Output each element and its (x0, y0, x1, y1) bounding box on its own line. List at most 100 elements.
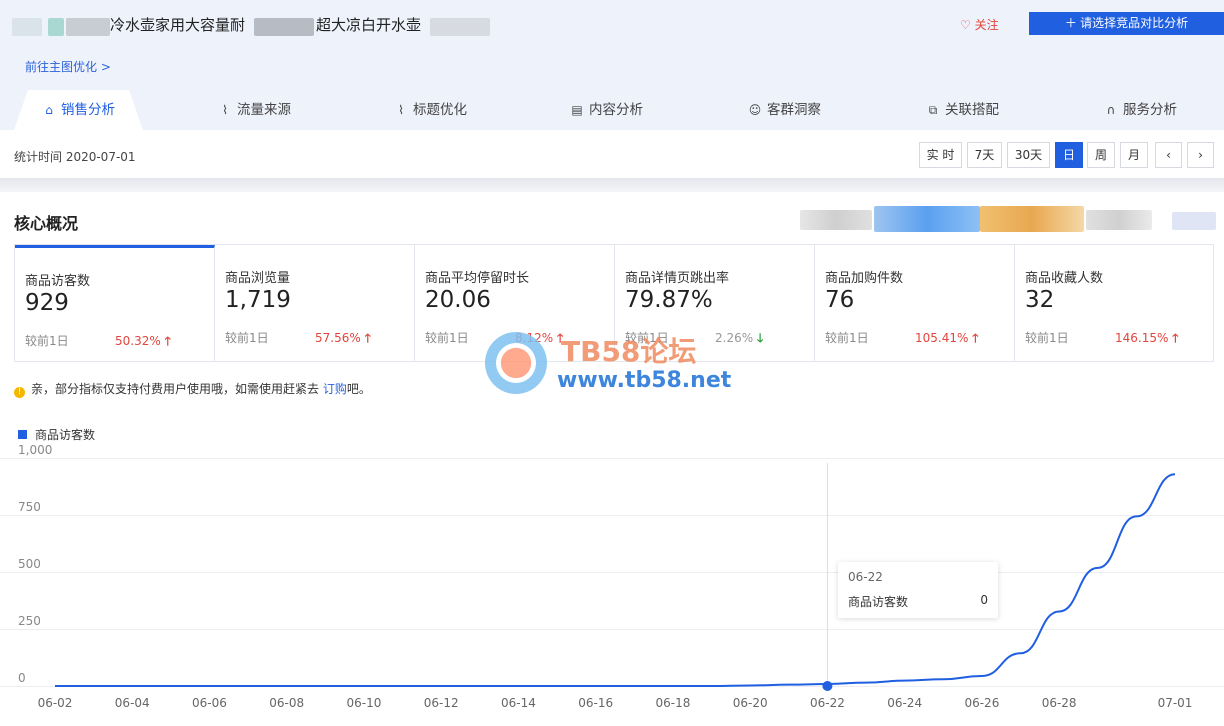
users-icon: ☺ (748, 103, 762, 117)
product-title: 冷水壶家用大容量耐 (110, 16, 246, 34)
chart-tooltip: 06-22 商品访客数 0 (838, 562, 998, 618)
paid-feature-notice: ! 亲，部分指标仅支持付费用户使用哦，如需使用赶紧去 订购吧。 (14, 380, 371, 398)
period-day-button[interactable]: 日 (1055, 142, 1083, 168)
y-tick-label: 1,000 (18, 445, 52, 457)
goto-main-image-link[interactable]: 前往主图优化 > (25, 58, 111, 75)
tab-label: 内容分析 (589, 102, 643, 118)
metric-card-visitors[interactable]: 商品访客数 929 较前1日 50.32% 🡑 (15, 245, 215, 361)
x-tick-label: 06-02 (38, 696, 73, 710)
tab-content-analysis[interactable]: ▤ 内容分析 (570, 90, 643, 130)
metric-compare-label: 较前1日 (25, 334, 69, 348)
metric-card-favorites[interactable]: 商品收藏人数 32 较前1日 146.15% 🡑 (1015, 245, 1213, 361)
metric-compare-label: 较前1日 (425, 331, 469, 345)
chevron-right-icon: › (1198, 148, 1203, 162)
blurred-text (800, 210, 872, 230)
tab-traffic-source[interactable]: ⌇ 流量来源 (218, 90, 291, 130)
metric-card-add-cart[interactable]: 商品加购件数 76 较前1日 105.41% 🡑 (815, 245, 1015, 361)
period-30day-button[interactable]: 30天 (1007, 142, 1050, 168)
period-realtime-button[interactable]: 实 时 (919, 142, 962, 168)
y-tick-label: 250 (18, 614, 41, 628)
x-tick-label: 06-14 (501, 696, 536, 710)
metric-value: 20.06 (425, 287, 491, 313)
metric-label: 商品访客数 (25, 274, 91, 289)
metric-change: 105.41% 🡑 (915, 329, 978, 350)
heart-icon: ♡ (960, 18, 971, 32)
arrow-down-icon: 🡓 (756, 331, 764, 345)
x-tick-label: 06-24 (887, 696, 922, 710)
tab-label: 关联搭配 (945, 102, 999, 118)
metric-change-value: 146.15% (1115, 331, 1169, 345)
data-point-highlight (822, 681, 833, 691)
metric-change-value: 50.32% (115, 334, 161, 348)
tab-label: 流量来源 (237, 102, 291, 118)
metric-value: 929 (25, 290, 69, 316)
line-chart-icon: ⌇ (222, 103, 228, 117)
next-date-button[interactable]: › (1187, 142, 1214, 168)
prev-date-button[interactable]: ‹ (1155, 142, 1182, 168)
visitor-line-chart[interactable]: 1,000 750 500 250 0 06-02 06-04 06-06 06-08 06-10… (0, 445, 1224, 726)
tab-bar: ⌂ 销售分析 ⌇ 流量来源 ⌇ 标题优化 ▤ 内容分析 ☺ 客群洞察 ⧉ 关联搭配 ∩ 服务分… (0, 90, 1224, 130)
tab-label: 服务分析 (1123, 102, 1177, 118)
arrow-up-icon: 🡑 (1172, 331, 1179, 345)
watermark-title: TB58论坛 (561, 335, 697, 368)
x-tick-label: 06-06 (192, 696, 227, 710)
document-icon: ▤ (571, 103, 583, 117)
metric-card-pageviews[interactable]: 商品浏览量 1,719 较前1日 57.56% 🡑 (215, 245, 415, 361)
period-week-button[interactable]: 周 (1087, 142, 1115, 168)
metric-change-value: 105.41% (915, 331, 969, 345)
blurred-thumbnail (48, 18, 64, 36)
x-tick-label: 06-18 (655, 696, 690, 710)
blurred-text (66, 18, 110, 36)
x-tick-label: 06-16 (578, 696, 613, 710)
watermark-url: www.tb58.net (557, 368, 732, 393)
chevron-left-icon: ‹ (1166, 148, 1171, 162)
line-chart-icon: ⌇ (398, 103, 404, 117)
tooltip-date: 06-22 (848, 570, 883, 584)
tab-related-matching[interactable]: ⧉ 关联搭配 (926, 90, 999, 130)
metric-change-value: 57.56% (315, 331, 361, 345)
hand-logo-icon (485, 332, 547, 394)
x-tick-label: 07-01 (1158, 696, 1193, 710)
legend-label: 商品访客数 (35, 428, 96, 442)
blurred-thumbnail (12, 18, 42, 36)
tab-title-optimize[interactable]: ⌇ 标题优化 (394, 90, 467, 130)
chart-legend[interactable]: 商品访客数 (18, 426, 95, 443)
stat-time: 统计时间 2020-07-01 (14, 150, 136, 164)
x-tick-label: 06-26 (964, 696, 999, 710)
metric-label: 商品收藏人数 (1025, 271, 1104, 286)
metric-label: 商品平均停留时长 (425, 271, 530, 286)
tab-sales-analysis[interactable]: ⌂ 销售分析 (14, 90, 143, 130)
product-title-suffix: 超大凉白开水壶 (316, 16, 422, 34)
core-overview-title: 核心概况 (14, 214, 79, 233)
period-7day-button[interactable]: 7天 (967, 142, 1002, 168)
compare-label: 请选择竞品对比分析 (1080, 16, 1189, 30)
metric-change: 57.56% 🡑 (315, 329, 371, 350)
bag-icon: ⌂ (45, 103, 53, 117)
y-tick-label: 0 (18, 671, 26, 685)
compare-competitor-button[interactable]: ＋ 请选择竞品对比分析 (1029, 12, 1224, 35)
tooltip-label: 商品访客数 (848, 595, 909, 609)
tab-audience-insight[interactable]: ☺ 客群洞察 (748, 90, 821, 130)
plus-icon: ＋ (1064, 16, 1077, 30)
metric-value: 76 (825, 287, 855, 313)
x-tick-label: 06-10 (347, 696, 382, 710)
watermark: TB58论坛 www.tb58.net (485, 328, 755, 398)
subscribe-link[interactable]: 订购 (323, 382, 347, 396)
tab-label: 标题优化 (413, 102, 467, 118)
x-tick-label: 06-04 (115, 696, 150, 710)
metric-value: 1,719 (225, 287, 291, 313)
follow-button[interactable]: ♡ 关注 (960, 16, 999, 33)
blurred-text (1086, 210, 1152, 230)
info-icon: ! (14, 387, 25, 398)
tooltip-value: 0 (980, 593, 988, 607)
period-month-button[interactable]: 月 (1120, 142, 1148, 168)
metric-compare-label: 较前1日 (1025, 331, 1069, 345)
x-tick-label: 06-12 (424, 696, 459, 710)
tab-label: 销售分析 (61, 102, 115, 118)
arrow-up-icon: 🡑 (164, 334, 171, 348)
metric-label: 商品加购件数 (825, 271, 904, 286)
x-tick-label: 06-22 (810, 696, 845, 710)
metric-value: 32 (1025, 287, 1055, 313)
stat-time-bar: 统计时间 2020-07-01 实 时 7天 30天 日 周 月 ‹ › (0, 130, 1224, 178)
tab-service-analysis[interactable]: ∩ 服务分析 (1104, 90, 1177, 130)
